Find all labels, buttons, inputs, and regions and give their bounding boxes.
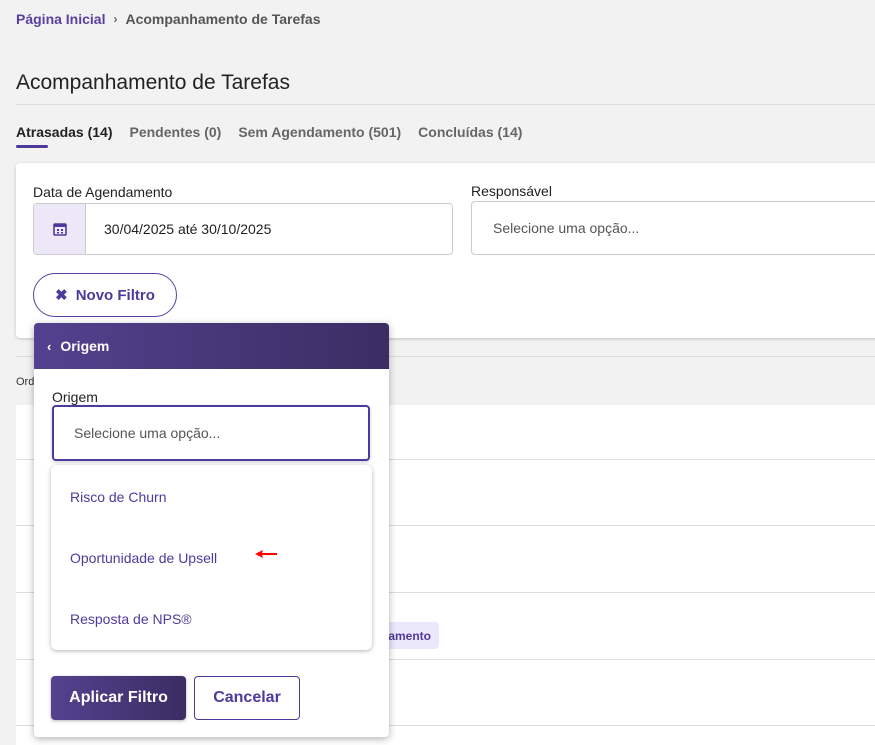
origin-options-dropdown: Risco de Churn Oportunidade de Upsell Re… — [51, 465, 372, 650]
responsible-label: Responsável — [471, 183, 552, 199]
breadcrumb-separator: › — [113, 12, 118, 26]
chevron-left-icon[interactable]: ‹ — [47, 339, 51, 354]
calendar-button[interactable] — [34, 204, 86, 254]
breadcrumb: Página Inicial › Acompanhamento de Taref… — [16, 11, 321, 27]
origin-filter-popover: ‹ Origem Origem Selecione uma opção... R… — [34, 323, 389, 737]
new-filter-label: Novo Filtro — [75, 286, 155, 304]
date-label: Data de Agendamento — [33, 184, 173, 200]
close-icon: ✖ — [55, 287, 68, 304]
origin-placeholder: Selecione uma opção... — [74, 425, 221, 441]
responsible-placeholder: Selecione uma opção... — [493, 220, 640, 236]
origin-label: Origem — [52, 389, 98, 405]
popover-header[interactable]: ‹ Origem — [34, 323, 389, 369]
responsible-select[interactable]: Selecione uma opção... — [471, 201, 875, 255]
calendar-icon — [52, 223, 67, 236]
origin-select[interactable]: Selecione uma opção... — [52, 405, 370, 461]
cancel-button[interactable]: Cancelar — [194, 676, 300, 720]
popover-title: Origem — [60, 338, 110, 354]
order-label: Ord — [16, 376, 35, 388]
apply-filter-button[interactable]: Aplicar Filtro — [51, 676, 186, 720]
page-title: Acompanhamento de Tarefas — [16, 71, 290, 94]
tabs: Atrasadas (14) Pendentes (0) Sem Agendam… — [16, 124, 522, 148]
tab-sem-agendamento[interactable]: Sem Agendamento (501) — [238, 124, 401, 146]
divider — [16, 104, 875, 105]
breadcrumb-current: Acompanhamento de Tarefas — [125, 11, 321, 27]
option-risco-de-churn[interactable]: Risco de Churn — [70, 489, 167, 505]
tab-pendentes[interactable]: Pendentes (0) — [130, 124, 222, 146]
date-range-field[interactable]: 30/04/2025 até 30/10/2025 — [33, 203, 453, 255]
option-oportunidade-de-upsell[interactable]: Oportunidade de Upsell — [70, 550, 217, 566]
tab-atrasadas[interactable]: Atrasadas (14) — [16, 124, 113, 148]
option-resposta-de-nps[interactable]: Resposta de NPS® — [70, 611, 192, 627]
breadcrumb-home-link[interactable]: Página Inicial — [16, 11, 105, 27]
date-range-value: 30/04/2025 até 30/10/2025 — [104, 221, 272, 237]
status-badge: amento — [385, 622, 439, 649]
annotation-arrow-icon — [255, 550, 277, 558]
new-filter-button[interactable]: ✖ Novo Filtro — [33, 273, 177, 317]
tab-concluidas[interactable]: Concluídas (14) — [418, 124, 522, 146]
